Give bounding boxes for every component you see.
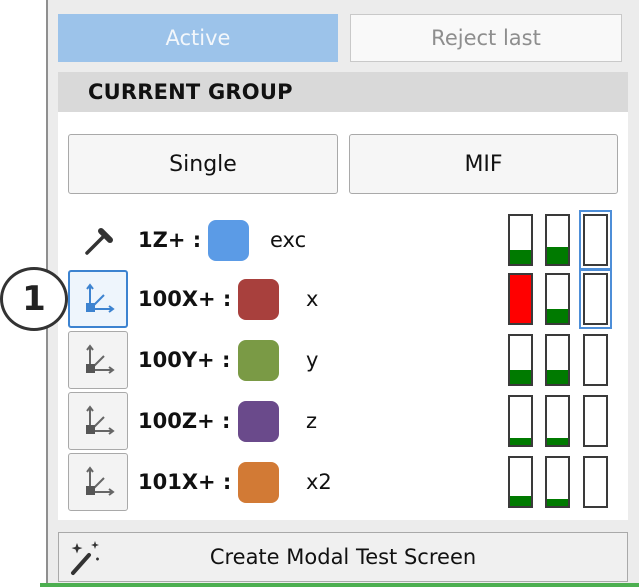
level-meter-2	[545, 334, 570, 386]
mif-button[interactable]: MIF	[349, 134, 618, 194]
level-meter-2	[545, 214, 570, 266]
sensor-axes-icon[interactable]	[68, 453, 128, 511]
level-meter-1	[508, 456, 533, 508]
measurement-panel: Active Reject last CURRENT GROUP Single …	[46, 0, 639, 587]
active-button[interactable]: Active	[58, 14, 338, 62]
channel-row-x2: 101X+ : x2	[58, 451, 628, 513]
channel-name: exc	[270, 228, 307, 252]
magic-wand-icon	[71, 541, 99, 575]
channel-row-x: 100X+ : x	[58, 268, 628, 330]
hammer-icon[interactable]	[68, 211, 128, 269]
level-meter-3	[583, 456, 608, 508]
create-modal-test-screen-button[interactable]: Create Modal Test Screen	[58, 532, 628, 582]
create-button-label: Create Modal Test Screen	[209, 545, 477, 569]
channel-label: 1Z+ :	[138, 228, 202, 252]
channel-row-y: 100Y+ : y	[58, 329, 628, 391]
callout-marker: 1	[0, 267, 68, 331]
level-meter-3	[583, 214, 608, 266]
channel-color-swatch[interactable]	[238, 462, 279, 503]
sensor-axes-icon[interactable]	[68, 392, 128, 450]
channel-color-swatch[interactable]	[238, 279, 279, 320]
channel-label: 101X+ :	[138, 470, 232, 494]
channel-name: x	[306, 287, 319, 311]
single-button[interactable]: Single	[68, 134, 338, 194]
channel-name: y	[306, 348, 319, 372]
level-meter-3	[583, 395, 608, 447]
level-meter-1	[508, 273, 533, 325]
level-meter-3	[583, 273, 608, 325]
current-group-body: Single MIF 1Z+ : exc 100X+: x 100Y+: y…	[58, 112, 628, 520]
channel-row-z: 100Z+ : z	[58, 390, 628, 452]
channel-name: x2	[306, 470, 332, 494]
channel-label: 100Y+ :	[138, 348, 231, 372]
channel-color-swatch[interactable]	[238, 340, 279, 381]
current-group-header: CURRENT GROUP	[58, 72, 628, 112]
reject-last-button[interactable]: Reject last	[350, 14, 622, 62]
level-meter-1	[508, 214, 533, 266]
level-meter-2	[545, 395, 570, 447]
sensor-axes-icon[interactable]	[68, 331, 128, 389]
channel-label: 100Z+ :	[138, 409, 231, 433]
status-strip	[40, 583, 639, 587]
level-meter-1	[508, 395, 533, 447]
level-meter-2	[545, 273, 570, 325]
channel-row-exc: 1Z+ : exc	[58, 209, 628, 271]
channel-label: 100X+ :	[138, 287, 232, 311]
level-meter-1	[508, 334, 533, 386]
channel-name: z	[306, 409, 318, 433]
level-meter-2	[545, 456, 570, 508]
sensor-axes-icon[interactable]	[68, 270, 128, 328]
level-meter-3	[583, 334, 608, 386]
channel-color-swatch[interactable]	[238, 401, 279, 442]
channel-color-swatch[interactable]	[208, 220, 249, 261]
